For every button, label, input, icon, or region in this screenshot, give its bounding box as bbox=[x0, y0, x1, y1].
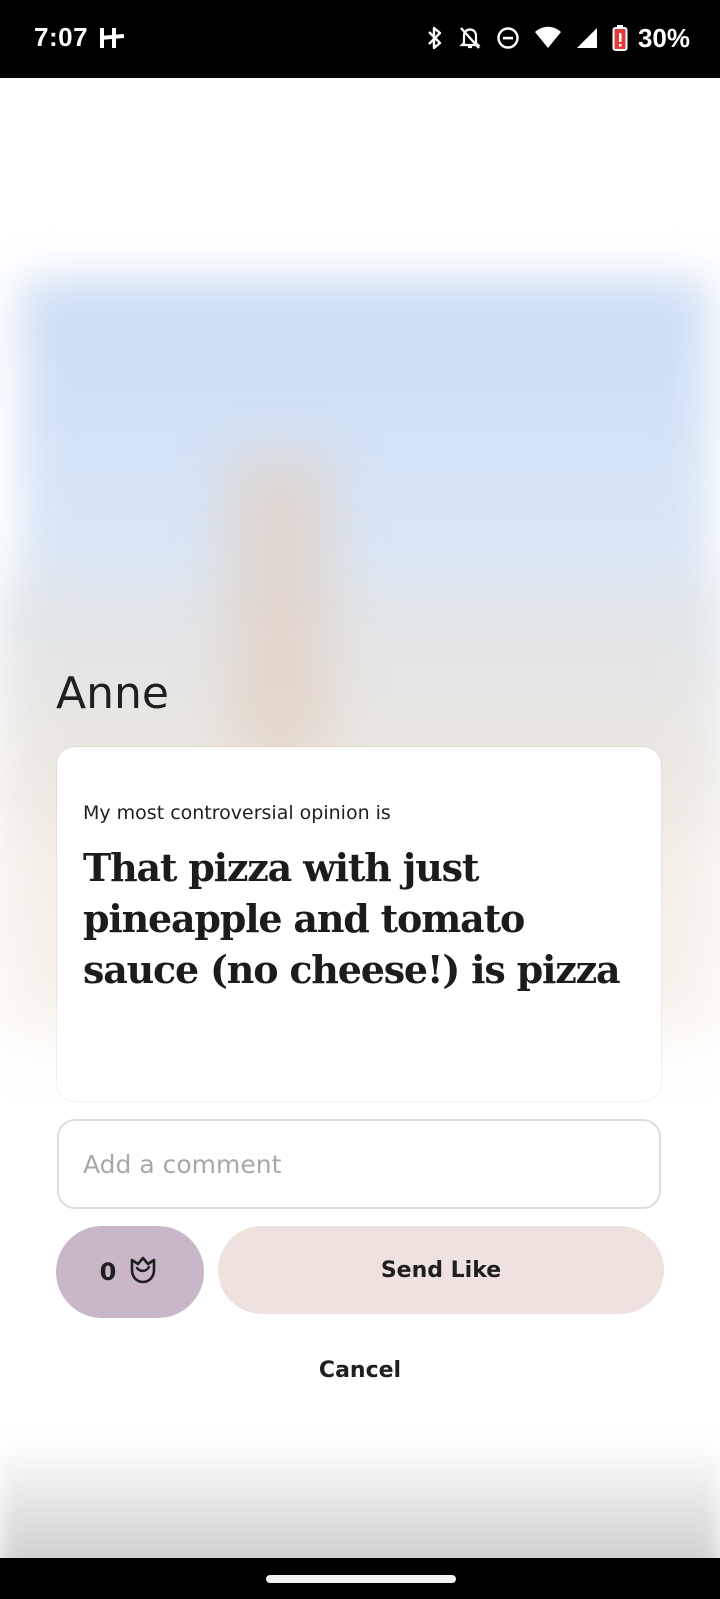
rose-icon bbox=[126, 1253, 160, 1292]
rose-count: 0 bbox=[99, 1258, 117, 1286]
status-bar: 7:07 30% bbox=[0, 0, 720, 78]
notifications-off-icon bbox=[458, 25, 482, 51]
status-time: 7:07 bbox=[34, 22, 89, 52]
cellular-signal-icon bbox=[576, 26, 598, 50]
status-icons: 30% bbox=[426, 20, 690, 56]
comment-input[interactable] bbox=[57, 1119, 661, 1209]
send-like-screen: 7:07 30% Anne My most controversial opin… bbox=[0, 0, 720, 1599]
hinge-notification-icon bbox=[98, 26, 125, 55]
prompt-answer: That pizza with just pineapple and tomat… bbox=[83, 845, 621, 992]
battery-low-icon bbox=[612, 24, 628, 52]
home-indicator[interactable] bbox=[266, 1575, 456, 1583]
prompt-question: My most controversial opinion is bbox=[83, 802, 391, 824]
bluetooth-icon bbox=[426, 25, 444, 51]
profile-name: Anne bbox=[56, 668, 169, 719]
send-like-button[interactable]: Send Like bbox=[218, 1226, 664, 1314]
send-rose-button[interactable]: 0 bbox=[56, 1226, 204, 1318]
do-not-disturb-icon bbox=[496, 26, 520, 50]
navigation-bar bbox=[0, 1558, 720, 1599]
prompt-card: My most controversial opinion is That pi… bbox=[57, 747, 661, 1101]
battery-percent: 30% bbox=[637, 22, 690, 53]
wifi-icon bbox=[534, 26, 562, 50]
cancel-button[interactable]: Cancel bbox=[0, 1358, 720, 1383]
